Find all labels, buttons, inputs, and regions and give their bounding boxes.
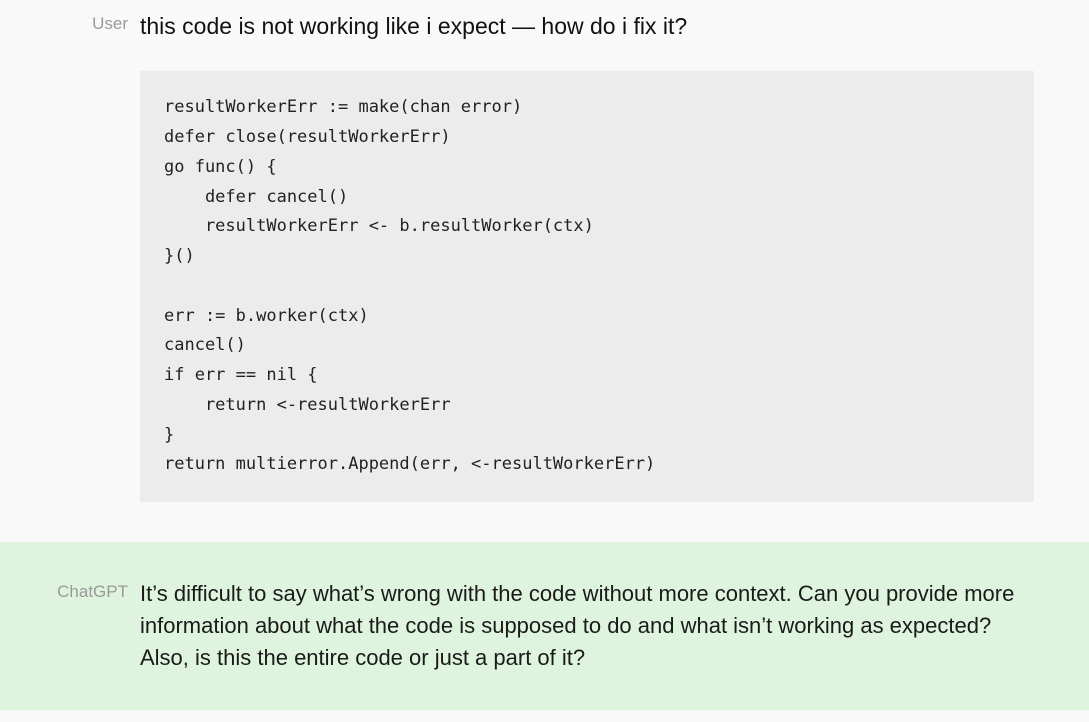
user-code-block: resultWorkerErr := make(chan error) defe… — [140, 71, 1034, 502]
user-message-row: User this code is not working like i exp… — [0, 0, 1089, 502]
user-role-label: User — [40, 10, 140, 34]
user-content: this code is not working like i expect —… — [140, 10, 1040, 502]
user-question: this code is not working like i expect —… — [140, 10, 1040, 43]
assistant-role-label: ChatGPT — [40, 578, 140, 602]
assistant-message-row: ChatGPT It’s difficult to say what’s wro… — [0, 542, 1089, 710]
assistant-reply: It’s difficult to say what’s wrong with … — [140, 578, 1040, 674]
